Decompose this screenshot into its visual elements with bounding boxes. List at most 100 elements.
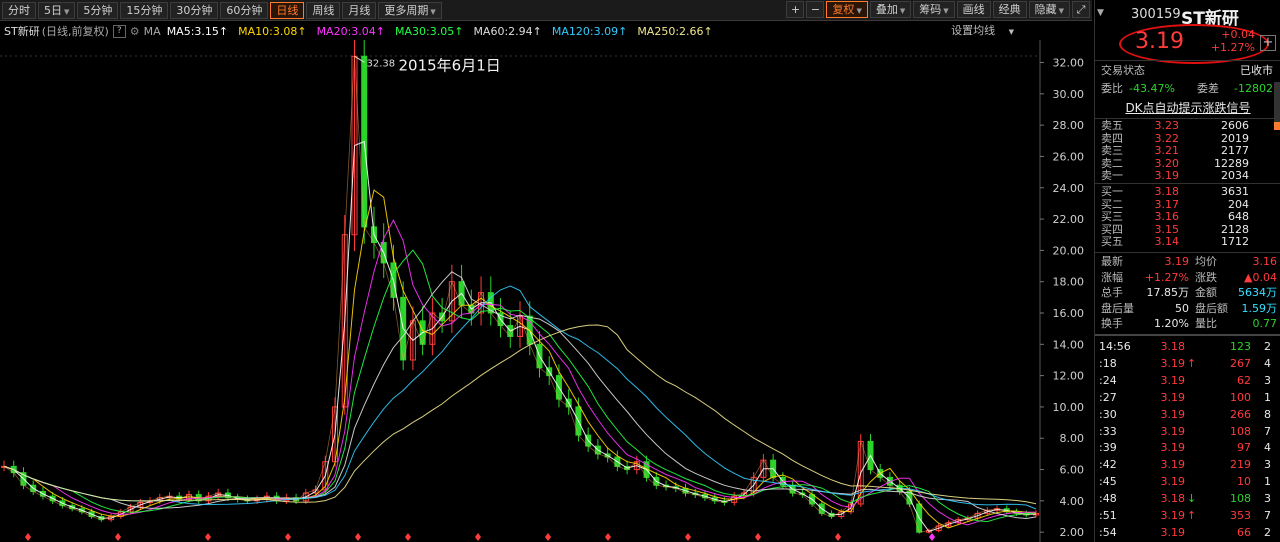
tick-time: :45: [1099, 475, 1117, 489]
tick-price: 3.19: [1160, 356, 1186, 370]
expand-icon[interactable]: ⤢: [1072, 1, 1090, 18]
order-price: 3.15: [1154, 222, 1180, 236]
tick-count: 7: [1264, 424, 1271, 438]
y-tick-label: 12.00: [1053, 370, 1085, 383]
divider: [1095, 60, 1280, 61]
quote-label: 量比: [1195, 317, 1217, 331]
overlay-label: 叠加: [875, 3, 898, 16]
period-button-2[interactable]: 5分钟: [77, 1, 119, 19]
quote-value: 0.77: [1252, 317, 1278, 331]
tick-price: 3.19: [1160, 424, 1186, 438]
ma-item[interactable]: MA60:2.94↑: [473, 25, 541, 38]
ma-item-text: MA60:2.94: [473, 24, 533, 38]
tick-price: 3.19: [1160, 458, 1186, 472]
period-buttons: 分时 5日 ▼ 5分钟 15分钟 30分钟 60分钟 日线 周线 月线 更多周期 ▼: [0, 1, 442, 19]
event-marker-icon: [25, 533, 31, 541]
ma-item[interactable]: MA5:3.15↑: [167, 25, 228, 38]
classic-button[interactable]: 经典: [992, 1, 1027, 18]
chevron-down-icon: ▼: [943, 7, 949, 15]
period-button-4[interactable]: 30分钟: [170, 1, 219, 19]
tick-row: :33 3.19 108 7: [1099, 423, 1275, 440]
quote-value: 1.20%: [1154, 317, 1189, 331]
y-tick-label: 20.00: [1053, 244, 1085, 257]
toolbar-right: + − 复权 ▼ 叠加 ▼ 筹码 ▼ 画线 经典 隐藏 ▼ ⤢: [784, 1, 1090, 18]
event-marker-icon: [285, 533, 291, 541]
chips-button[interactable]: 筹码 ▼: [913, 1, 955, 18]
order-volume: 2177: [1221, 144, 1249, 158]
chevron-down-icon: ▼: [430, 7, 436, 16]
y-tick-label: 8.00: [1060, 432, 1085, 445]
event-marker-icon: [835, 533, 841, 541]
order-book-row: 卖一 3.19 2034: [1101, 170, 1251, 182]
quote-label: 涨跌: [1195, 270, 1217, 284]
ma-settings-button[interactable]: 设置均线 ▼: [951, 22, 1024, 38]
tick-row: :48 3.18 ↓ 108 3: [1099, 490, 1275, 507]
event-marker-icon: [475, 533, 481, 541]
ma-item-text: MA5:3.15: [166, 24, 219, 38]
period-button-9[interactable]: 更多周期 ▼: [378, 1, 442, 19]
ma-item[interactable]: MA120:3.09↑: [552, 25, 627, 38]
period-button-3[interactable]: 15分钟: [120, 1, 169, 19]
tick-count: 3: [1264, 373, 1271, 387]
ma-item[interactable]: MA250:2.66↑: [637, 25, 712, 38]
change-value: +0.04: [1221, 28, 1255, 41]
tick-volume: 97: [1237, 441, 1251, 455]
zoom-out-button[interactable]: −: [806, 1, 825, 18]
ma-item[interactable]: MA30:3.05↑: [395, 25, 463, 38]
kline-chart[interactable]: 2.00 4.00 6.00 8.00 10.00 12.00 14.00 16.00 18.0…: [0, 40, 1092, 542]
tick-count: 7: [1264, 509, 1271, 522]
y-tick-label: 26.00: [1053, 150, 1085, 163]
chevron-down-icon: ▼: [1008, 28, 1014, 36]
tick-price: 3.18: [1160, 492, 1186, 506]
quote-value: 1.59万: [1241, 301, 1278, 315]
period-label: 60分钟: [226, 3, 263, 17]
period-button-5[interactable]: 60分钟: [220, 1, 269, 19]
period-button-7[interactable]: 周线: [306, 1, 341, 19]
arrow-up-icon: ↑: [297, 24, 307, 38]
period-button-0[interactable]: 分时: [2, 1, 36, 19]
event-marker-icon: [685, 533, 691, 541]
tick-count: 8: [1264, 407, 1271, 421]
ma-item[interactable]: MA10:3.08↑: [238, 25, 306, 38]
zoom-in-button[interactable]: +: [786, 1, 805, 18]
tick-volume: 10: [1237, 475, 1251, 489]
ma-item[interactable]: MA20:3.04↑: [317, 25, 385, 38]
dk-signal-link[interactable]: DK点自动提示涨跌信号: [1095, 98, 1280, 118]
y-tick-label: 4.00: [1060, 495, 1085, 508]
event-marker-icon: [755, 533, 761, 541]
y-tick-label: 32.00: [1053, 57, 1085, 70]
order-level-label: 卖三: [1101, 144, 1123, 158]
tick-price: 3.19: [1160, 373, 1186, 387]
quote-panel: ▼ 300159 ST新研 3.19 +0.04 +1.27% + 交易状态 已…: [1094, 0, 1280, 542]
period-button-6[interactable]: 日线: [270, 1, 305, 19]
overlay-button[interactable]: 叠加 ▼: [869, 1, 912, 18]
status-row: 交易状态 已收市: [1101, 62, 1273, 79]
order-volume: 1712: [1221, 235, 1249, 249]
add-watchlist-button[interactable]: +: [1260, 35, 1276, 51]
period-button-1[interactable]: 5日 ▼: [38, 1, 76, 19]
chevron-down-icon[interactable]: ▼: [1097, 8, 1104, 18]
tick-volume: 123: [1230, 340, 1251, 353]
order-price: 3.23: [1154, 119, 1180, 132]
ma-line: [3, 218, 1036, 526]
period-button-8[interactable]: 月线: [342, 1, 377, 19]
gear-icon[interactable]: ⚙: [130, 25, 140, 38]
order-level-label: 买五: [1101, 235, 1123, 249]
arrow-up-icon: ↑: [618, 24, 628, 38]
adjust-button[interactable]: 复权 ▼: [826, 1, 868, 18]
hide-button[interactable]: 隐藏 ▼: [1028, 1, 1070, 18]
y-tick-label: 2.00: [1060, 526, 1085, 539]
draw-button[interactable]: 画线: [956, 1, 991, 18]
order-level-label: 买四: [1101, 222, 1123, 236]
order-price: 3.22: [1154, 131, 1180, 145]
tick-price: 3.19: [1160, 441, 1186, 455]
y-tick-label: 10.00: [1053, 401, 1085, 414]
tick-price: 3.19: [1160, 509, 1186, 522]
quote-value: +1.27%: [1144, 270, 1189, 284]
order-book-row: 卖三 3.21 2177: [1101, 145, 1251, 157]
help-icon[interactable]: ?: [112, 24, 126, 38]
period-label: 分时: [8, 3, 30, 17]
tick-time: 14:56: [1099, 340, 1131, 353]
tick-row: :39 3.19 97 4: [1099, 439, 1275, 456]
quote-value: 50: [1175, 301, 1189, 315]
